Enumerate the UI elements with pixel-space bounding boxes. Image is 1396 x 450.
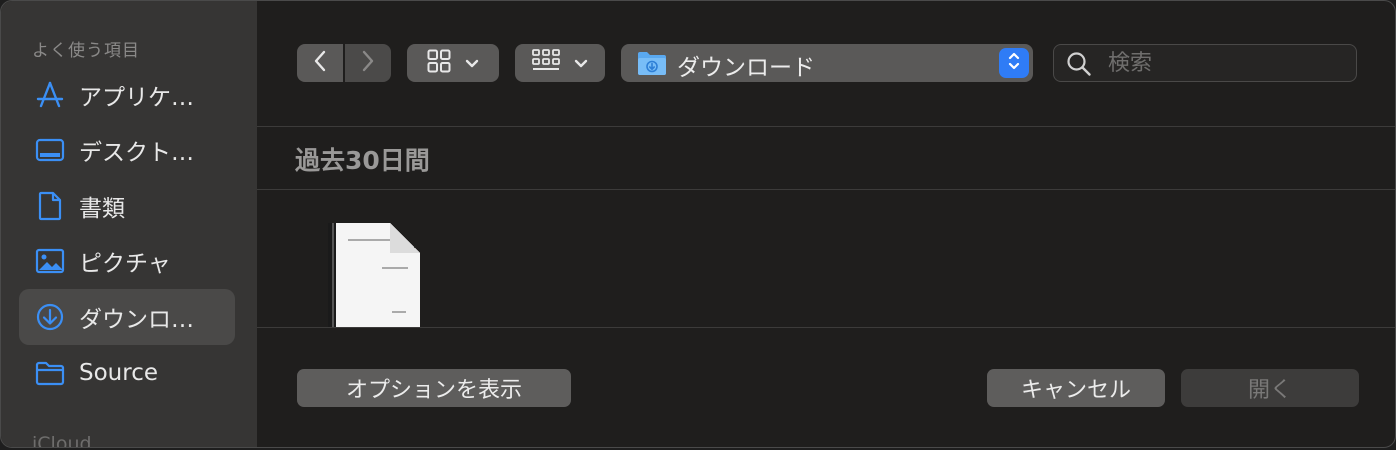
open-button[interactable]: 開く [1181,369,1359,407]
thumbnail-spine-highlight [332,223,334,327]
desktop-icon [33,133,67,167]
sidebar-item-pictures[interactable]: ピクチャ [19,233,235,289]
icon-view-button[interactable] [407,44,499,82]
sidebar-item-label: アプリケ… [79,85,194,111]
pictures-icon [33,244,67,278]
chevron-down-icon [465,54,479,73]
sidebar-item-label: ダウンロ… [79,307,194,333]
chevron-right-icon [361,50,375,76]
grid-icon [427,49,451,77]
thumbnail-text-line [382,267,408,269]
divider [257,189,1395,190]
open-file-dialog: よく使う項目 アプリケ… デスクト… 書類 ピクチャ ダウンロ… Source … [0,0,1396,448]
location-stepper[interactable] [999,48,1029,78]
sidebar-item-label: デスクト… [79,140,194,166]
sidebar-item-label: ピクチャ [79,251,171,277]
search-field[interactable] [1053,44,1357,82]
show-options-button[interactable]: オプションを表示 [297,369,571,407]
back-button[interactable] [297,44,343,82]
sidebar-item-applications[interactable]: アプリケ… [19,67,235,123]
sidebar-item-label: Source [79,360,158,386]
divider [257,327,1395,328]
cancel-button[interactable]: キャンセル [987,369,1165,407]
search-icon [1066,51,1092,81]
chevron-left-icon [313,50,327,76]
sidebar-item-source[interactable]: Source [19,345,235,401]
downloads-icon [33,300,67,334]
chevron-down-icon [574,54,588,73]
location-label: ダウンロード [677,55,815,81]
location-popup[interactable]: ダウンロード [621,44,1033,82]
sidebar-item-label: 書類 [79,196,125,222]
sidebar-section-icloud: iCloud [32,433,92,448]
document-icon [33,189,67,223]
applications-icon [33,78,67,112]
chevron-up-down-icon [1007,50,1021,76]
sidebar-item-downloads[interactable]: ダウンロ… [19,289,235,345]
file-thumbnail[interactable] [328,223,420,327]
sidebar-item-documents[interactable]: 書類 [19,178,235,234]
sidebar: よく使う項目 アプリケ… デスクト… 書類 ピクチャ ダウンロ… Source … [1,1,257,447]
folder-icon [33,356,67,390]
page-curl [390,223,420,253]
search-input[interactable] [1106,47,1350,79]
thumbnail-text-line [392,311,406,313]
sidebar-item-desktop[interactable]: デスクト… [19,122,235,178]
group-view-button[interactable] [515,44,605,82]
gallery-grid-icon [532,49,560,77]
sidebar-section-favorites: よく使う項目 [32,41,140,61]
section-header-past-30-days: 過去30日間 [295,146,430,175]
forward-button[interactable] [345,44,391,82]
downloads-folder-icon [637,50,667,80]
divider [257,126,1395,127]
